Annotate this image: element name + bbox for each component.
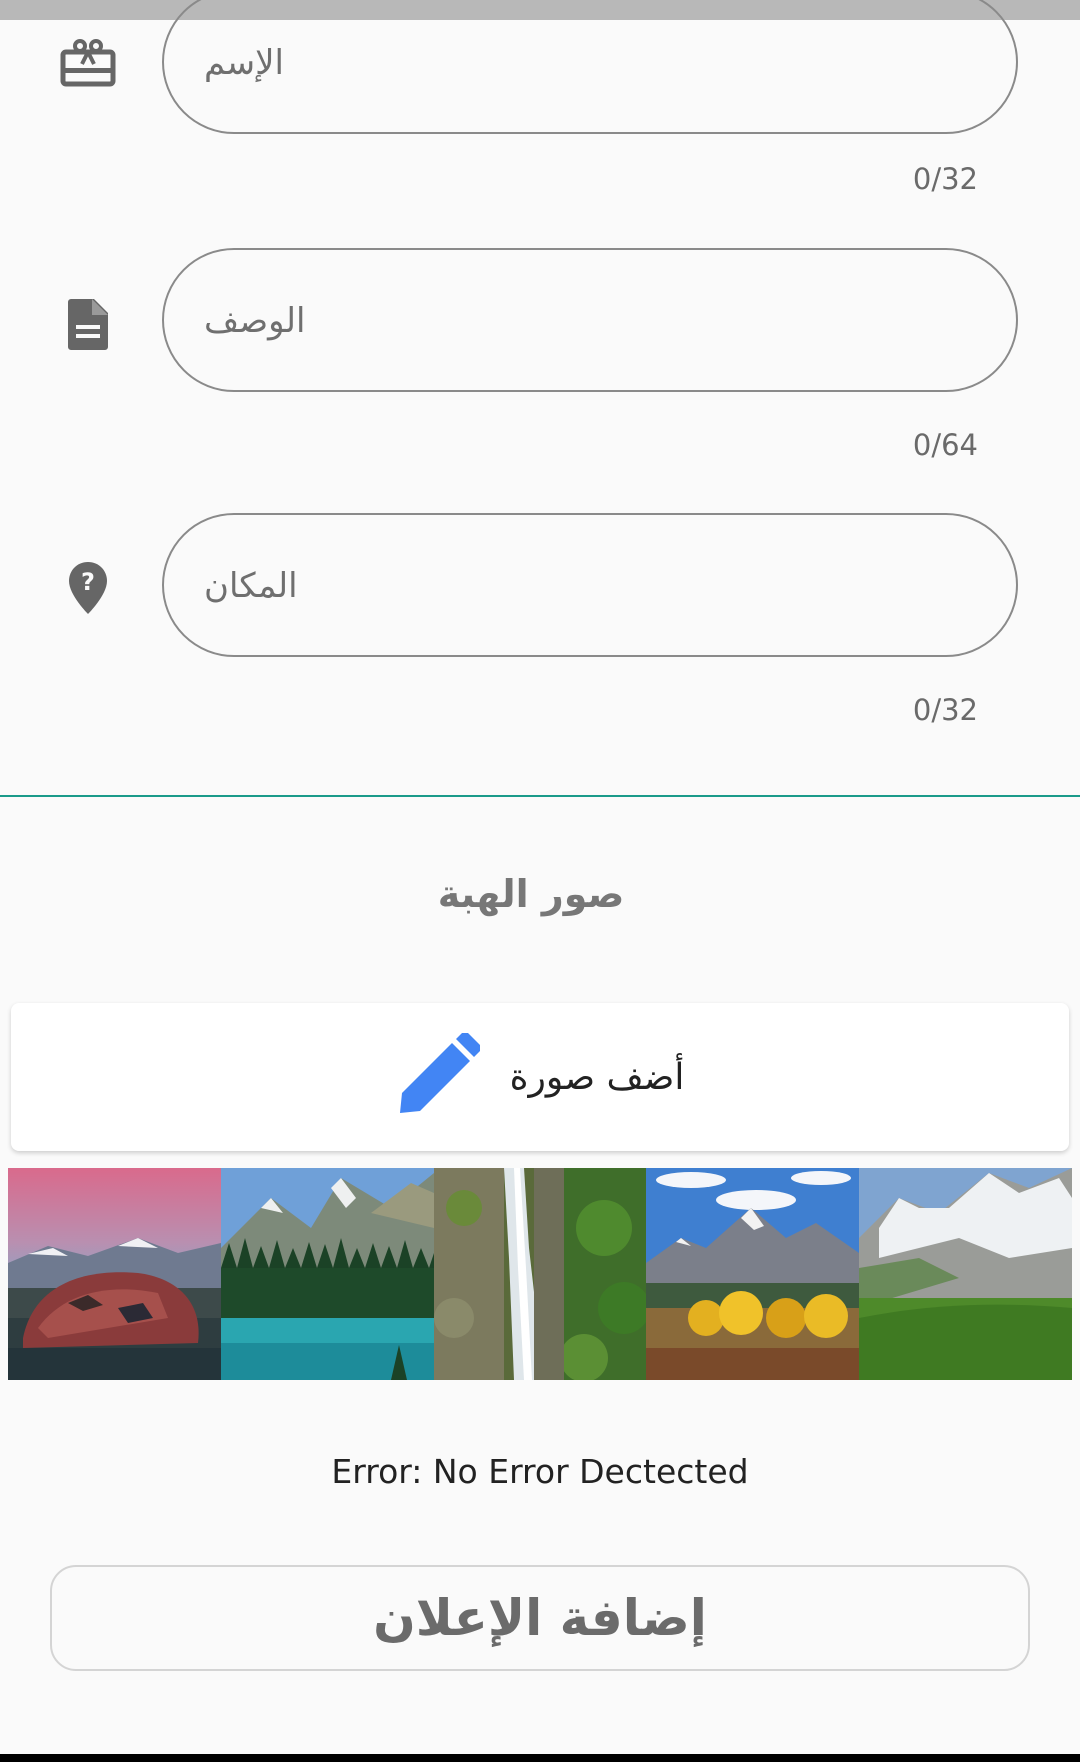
description-input[interactable] xyxy=(202,250,966,392)
pencil-icon xyxy=(396,1031,481,1121)
location-input[interactable] xyxy=(202,515,966,657)
gallery-thumbnail[interactable] xyxy=(220,1168,439,1380)
location-field-row: ? xyxy=(0,513,1080,663)
add-image-button[interactable]: أضف صورة xyxy=(11,1003,1069,1151)
location-field[interactable] xyxy=(162,513,1018,657)
navigation-bar xyxy=(0,1754,1080,1762)
images-section-title: صور الهبة xyxy=(437,872,625,916)
image-gallery xyxy=(8,1168,1073,1382)
submit-ad-button[interactable]: إضافة الإعلان xyxy=(50,1565,1030,1671)
submit-ad-label: إضافة الإعلان xyxy=(373,1589,707,1647)
name-input[interactable] xyxy=(202,0,966,134)
name-field-row xyxy=(0,0,1080,138)
name-field[interactable] xyxy=(162,0,1018,134)
location-unknown-icon: ? xyxy=(58,558,118,618)
gift-card-icon xyxy=(58,33,118,93)
svg-text:?: ? xyxy=(81,568,95,596)
location-counter: 0/32 xyxy=(912,693,978,727)
gallery-thumbnail[interactable] xyxy=(859,1168,1073,1380)
document-icon xyxy=(58,294,118,354)
name-counter: 0/32 xyxy=(912,162,978,196)
description-counter: 0/64 xyxy=(912,428,978,462)
description-field[interactable] xyxy=(162,248,1018,392)
gallery-thumbnail[interactable] xyxy=(8,1168,221,1380)
gallery-thumbnail[interactable] xyxy=(433,1168,650,1382)
add-image-label: أضف صورة xyxy=(509,1056,685,1098)
description-field-row xyxy=(0,248,1080,398)
gallery-thumbnail[interactable] xyxy=(646,1168,860,1380)
section-divider xyxy=(0,795,1080,797)
error-message: Error: No Error Dectected xyxy=(331,1452,749,1491)
